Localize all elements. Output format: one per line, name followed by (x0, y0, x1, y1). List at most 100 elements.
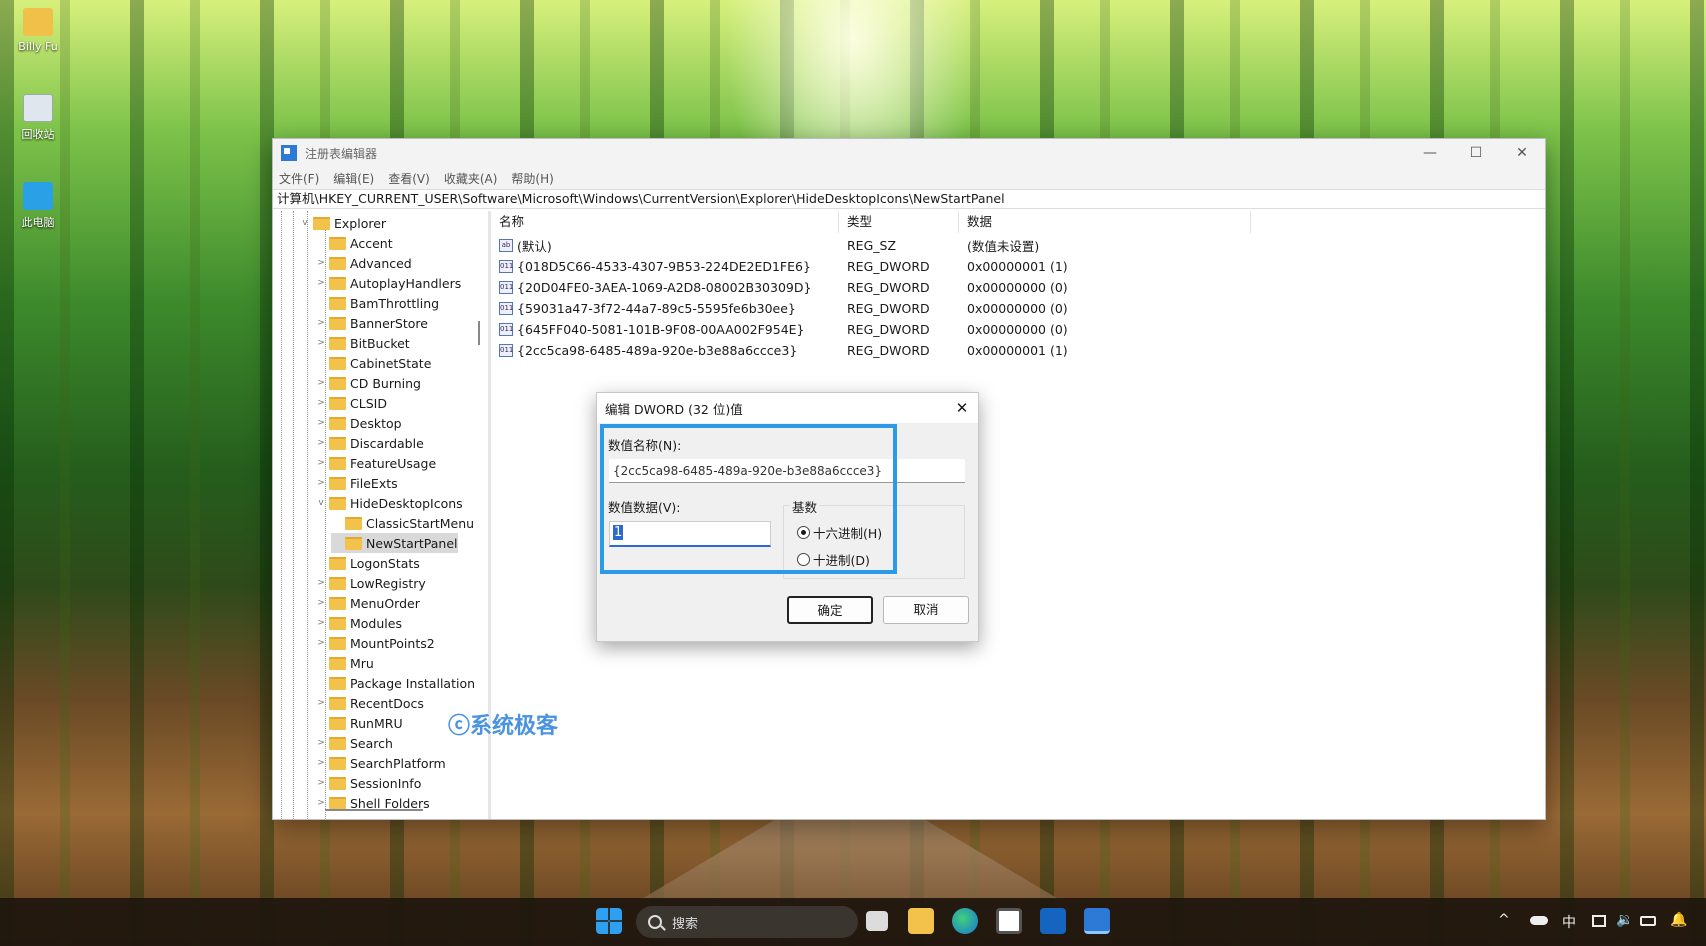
tree-item[interactable]: ClassicStartMenu (331, 513, 474, 533)
network-icon[interactable] (1592, 915, 1606, 927)
tree-item[interactable]: > Advanced (315, 253, 412, 273)
task-view-icon[interactable] (866, 911, 888, 931)
tree-item[interactable]: > LowRegistry (315, 573, 426, 593)
tree-item[interactable]: Accent (315, 233, 393, 253)
tree-item[interactable]: > Search (315, 733, 393, 753)
tree-item[interactable]: > CD Burning (315, 373, 421, 393)
dialog-title-bar[interactable]: 编辑 DWORD (32 位)值 ✕ (597, 393, 978, 423)
menu-view[interactable]: 查看(V) (388, 170, 430, 187)
tree-vertical-scrollbar[interactable] (478, 321, 480, 345)
menu-edit[interactable]: 编辑(E) (333, 170, 374, 187)
desktop-icon-this-pc[interactable]: 此电脑 (2, 182, 74, 230)
desktop-icon-recycle-bin[interactable]: 回收站 (2, 94, 74, 142)
tree-expander-icon[interactable]: > (315, 738, 327, 748)
tree-item[interactable]: > MenuOrder (315, 593, 420, 613)
tree-expander-icon[interactable]: > (315, 438, 327, 448)
menu-file[interactable]: 文件(F) (279, 170, 319, 187)
edge-icon[interactable] (952, 908, 978, 934)
tree-item[interactable]: > MountPoints2 (315, 633, 434, 653)
menu-favorites[interactable]: 收藏夹(A) (444, 170, 498, 187)
tree-expander-icon[interactable]: > (315, 618, 327, 628)
tree-item[interactable]: > BitBucket (315, 333, 410, 353)
table-row[interactable]: 011 {59031a47-3f72-44a7-89c5-5595fe6b30ee… (499, 298, 1068, 319)
outlook-icon[interactable] (1040, 908, 1066, 934)
start-icon[interactable] (596, 908, 622, 934)
tree-item[interactable]: > Modules (315, 613, 402, 633)
tree-item[interactable]: > Discardable (315, 433, 424, 453)
tree-item[interactable]: > SessionInfo (315, 773, 421, 793)
tree-expander-icon[interactable]: > (315, 578, 327, 588)
tree-expander-icon[interactable]: > (315, 778, 327, 788)
tree-item[interactable]: > RecentDocs (315, 693, 424, 713)
tree-item[interactable]: > FeatureUsage (315, 453, 436, 473)
table-row[interactable]: 011 {645FF040-5081-101B-9F08-00AA002F954E… (499, 319, 1068, 340)
tree-expander-icon[interactable]: > (315, 258, 327, 268)
tree-expander-icon[interactable]: > (315, 758, 327, 768)
minimize-button[interactable]: — (1407, 145, 1453, 161)
tree-expander-icon[interactable]: > (315, 398, 327, 408)
search-placeholder: 搜索 (672, 916, 699, 932)
column-header-name[interactable]: 名称 (491, 211, 839, 233)
tree-expander-icon[interactable]: v (299, 218, 311, 228)
tree-item[interactable]: > AutoplayHandlers (315, 273, 461, 293)
tree-expander-icon[interactable]: > (315, 338, 327, 348)
address-bar[interactable]: 计算机\HKEY_CURRENT_USER\Software\Microsoft… (273, 189, 1545, 209)
menu-help[interactable]: 帮助(H) (511, 170, 553, 187)
value-name: (默认) (517, 239, 552, 254)
tree-item[interactable]: > CLSID (315, 393, 387, 413)
tree-item[interactable]: NewStartPanel (331, 533, 458, 553)
tree-expander-icon[interactable]: > (315, 478, 327, 488)
tray-chevron-icon[interactable]: ^ (1498, 912, 1510, 928)
tree-item[interactable]: BamThrottling (315, 293, 439, 313)
tree-expander-icon[interactable]: > (315, 598, 327, 608)
tree-item[interactable]: LogonStats (315, 553, 420, 573)
tree-expander-icon[interactable]: > (315, 458, 327, 468)
tree-item[interactable]: v HideDesktopIcons (315, 493, 462, 513)
desktop-icon-user-folder[interactable]: Billy Fu (2, 8, 74, 53)
dialog-close-button[interactable]: ✕ (946, 399, 978, 417)
maximize-button[interactable]: ☐ (1453, 145, 1499, 161)
notification-bell-icon[interactable]: 🔔 (1670, 912, 1687, 928)
tree-item[interactable]: CabinetState (315, 353, 431, 373)
ok-button[interactable]: 确定 (787, 596, 873, 624)
volume-icon[interactable]: 🔉 (1616, 912, 1633, 928)
onedrive-icon[interactable] (1530, 916, 1548, 925)
tree-item[interactable]: v Explorer (299, 213, 386, 233)
column-header-type[interactable]: 类型 (839, 211, 959, 233)
tree-expander-icon[interactable]: > (315, 698, 327, 708)
ime-indicator[interactable]: 中 (1562, 912, 1576, 932)
tree-item-label: Package Installation (350, 675, 476, 691)
tree-item-label: LowRegistry (350, 575, 426, 591)
tree-expander-icon[interactable]: v (315, 498, 327, 508)
folder-icon (329, 596, 346, 610)
tree-item[interactable]: > Desktop (315, 413, 401, 433)
tree-item[interactable]: Mru (315, 653, 374, 673)
column-header-data[interactable]: 数据 (959, 211, 1251, 233)
tree-expander-icon[interactable]: > (315, 418, 327, 428)
tree-item[interactable]: > SearchPlatform (315, 753, 445, 773)
tree-expander-icon[interactable]: > (315, 638, 327, 648)
taskbar-search[interactable]: 搜索 (636, 906, 858, 938)
tree-expander-icon[interactable]: > (315, 378, 327, 388)
store-icon[interactable] (996, 908, 1022, 934)
tree-item-label: FeatureUsage (350, 455, 437, 471)
tree-expander-icon[interactable]: > (315, 318, 327, 328)
tree-horizontal-scrollbar[interactable] (325, 809, 423, 811)
title-bar[interactable]: 注册表编辑器 — ☐ ✕ (273, 139, 1545, 167)
table-row[interactable]: 011 {018D5C66-4533-4307-9B53-224DE2ED1FE6… (499, 256, 1068, 277)
table-row[interactable]: 011 {2cc5ca98-6485-489a-920e-b3e88a6ccce3… (499, 340, 1068, 361)
cancel-button[interactable]: 取消 (883, 596, 969, 624)
tree-item[interactable]: > FileExts (315, 473, 397, 493)
tree-expander-icon[interactable]: > (315, 278, 327, 288)
battery-icon[interactable] (1640, 916, 1656, 926)
close-button[interactable]: ✕ (1499, 145, 1545, 161)
table-row[interactable]: ab (默认) REG_SZ (数值未设置) (499, 235, 1039, 256)
tree-item[interactable]: RunMRU (315, 713, 403, 733)
regedit-taskbar-icon[interactable] (1084, 908, 1110, 934)
tree-item[interactable]: Package Installation (315, 673, 475, 693)
value-name: {645FF040-5081-101B-9F08-00AA002F954E} (517, 322, 805, 337)
tree-expander-icon[interactable]: > (315, 798, 327, 808)
tree-item[interactable]: > BannerStore (315, 313, 428, 333)
table-row[interactable]: 011 {20D04FE0-3AEA-1069-A2D8-08002B30309D… (499, 277, 1068, 298)
file-explorer-icon[interactable] (908, 908, 934, 934)
